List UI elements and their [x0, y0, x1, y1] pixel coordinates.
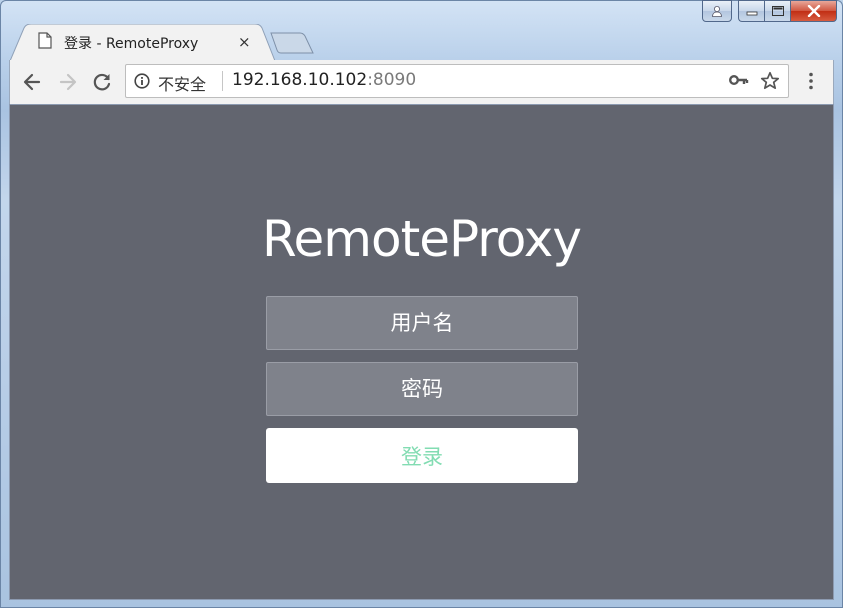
- address-divider: [222, 71, 223, 91]
- minimize-button[interactable]: [738, 0, 764, 22]
- bookmark-star-icon[interactable]: [760, 71, 780, 91]
- tab-title: 登录 - RemoteProxy: [64, 36, 199, 52]
- info-icon[interactable]: [134, 73, 150, 89]
- maximize-button[interactable]: [764, 0, 790, 22]
- close-window-button[interactable]: [790, 0, 837, 22]
- close-icon: [807, 5, 820, 17]
- url-text[interactable]: 192.168.10.102:8090: [232, 70, 416, 90]
- user-profile-button[interactable]: [702, 0, 732, 22]
- url-port: :8090: [367, 70, 417, 90]
- minimize-icon: [746, 11, 757, 16]
- maximize-icon: [771, 6, 784, 16]
- address-bar[interactable]: [125, 64, 789, 98]
- menu-kebab-icon[interactable]: [803, 71, 819, 91]
- reload-icon[interactable]: [91, 71, 113, 93]
- page-icon: [38, 32, 52, 49]
- key-icon[interactable]: [729, 73, 749, 87]
- back-arrow-icon[interactable]: [21, 71, 43, 93]
- tab-close-button[interactable]: ×: [238, 33, 251, 51]
- user-icon: [712, 6, 722, 17]
- login-button[interactable]: 登录: [266, 428, 578, 483]
- window-caption-buttons: [702, 0, 837, 23]
- forward-arrow-icon[interactable]: [57, 71, 79, 93]
- new-tab-button[interactable]: [270, 32, 314, 54]
- password-input[interactable]: [266, 362, 578, 416]
- username-input[interactable]: [266, 296, 578, 350]
- security-status-label[interactable]: 不安全: [158, 71, 206, 95]
- url-host: 192.168.10.102: [232, 70, 368, 90]
- page-viewport: [9, 104, 834, 600]
- app-title: RemoteProxy: [262, 210, 582, 268]
